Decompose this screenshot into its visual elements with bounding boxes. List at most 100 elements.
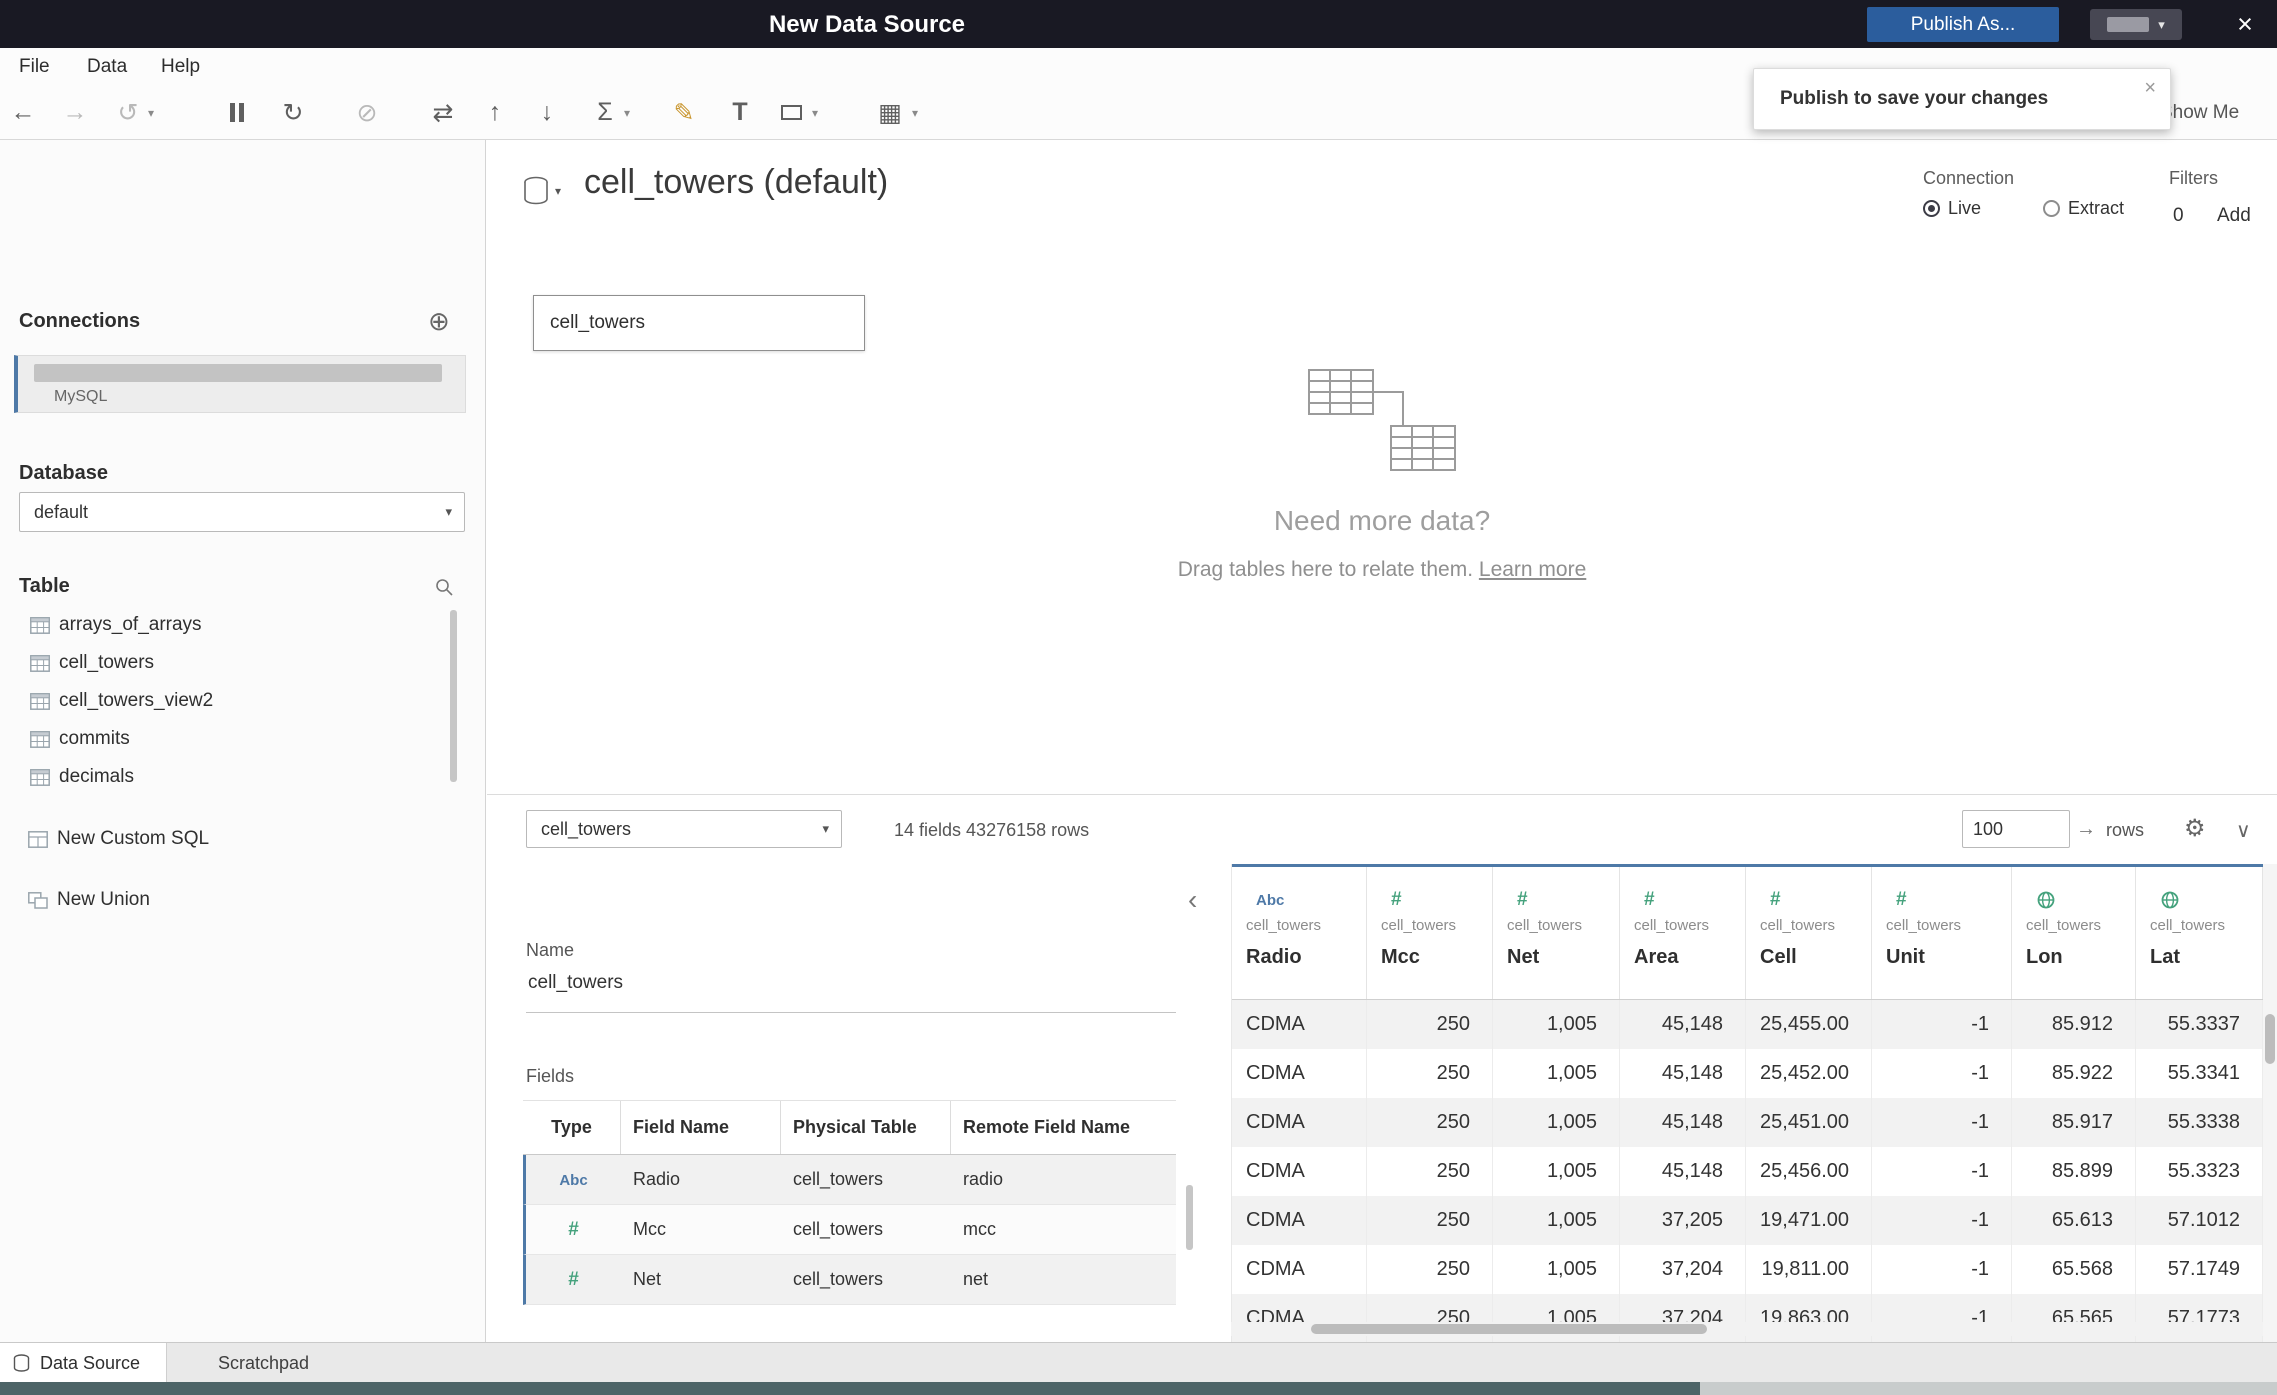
grid-cell[interactable]: 250 [1367,1098,1493,1147]
datasource-name-input[interactable] [528,972,1168,994]
publish-as-button[interactable]: Publish As... [1867,7,2059,42]
menu-file[interactable]: File [19,48,50,86]
sidebar-table-item[interactable]: arrays_of_arrays [0,606,486,644]
datasource-icon[interactable]: ▾ [523,176,561,206]
tab-data-source[interactable]: Data Source [0,1343,167,1383]
grid-column-header[interactable]: # cell_towers Unit [1872,867,2012,999]
forward-icon[interactable]: → [55,86,95,139]
swap-rows-columns-icon[interactable]: ⇄ [423,86,463,139]
field-row[interactable]: Abc Radio cell_towers radio [523,1155,1176,1205]
grid-cell[interactable]: 85.922 [2012,1049,2136,1098]
grid-column-header[interactable]: # cell_towers Mcc [1367,867,1493,999]
sort-descending-icon[interactable]: ↓ [527,86,567,139]
grid-cell[interactable]: 250 [1367,1000,1493,1049]
grid-cell[interactable]: 1,005 [1493,1245,1620,1294]
grid-cell[interactable]: 55.3341 [2136,1049,2263,1098]
grid-cell[interactable]: -1 [1872,1147,2012,1196]
highlight-icon[interactable]: ✎ [664,86,704,139]
grid-cell[interactable]: CDMA [1232,1245,1367,1294]
tooltip-close-icon[interactable]: × [2144,77,2156,100]
back-icon[interactable]: ← [3,86,43,139]
grid-cell[interactable]: -1 [1872,1245,2012,1294]
chevron-down-icon[interactable]: ∨ [2236,818,2251,843]
grid-cell[interactable]: 250 [1367,1196,1493,1245]
grid-cell[interactable]: 57.1012 [2136,1196,2263,1245]
grid-cell[interactable]: -1 [1872,1049,2012,1098]
fit-selector-icon[interactable] [771,86,811,139]
show-labels-icon[interactable]: ▦ [870,86,910,139]
grid-cell[interactable]: CDMA [1232,1196,1367,1245]
grid-column-header[interactable]: # cell_towers Net [1493,867,1620,999]
grid-cell[interactable]: -1 [1872,1196,2012,1245]
sidebar-table-item[interactable]: commits [0,720,486,758]
labels-caret-icon[interactable]: ▾ [912,106,918,120]
show-me-button[interactable]: Show Me [2160,86,2239,139]
window-bottom-scrollbar-thumb[interactable] [0,1382,1700,1395]
grid-cell[interactable]: 45,148 [1620,1049,1746,1098]
grid-column-header[interactable]: Abc cell_towers Radio [1232,867,1367,999]
grid-cell[interactable]: 1,005 [1493,1000,1620,1049]
account-menu[interactable]: ▾ [2090,9,2182,40]
sidebar-table-item[interactable]: cell_towers_view2 [0,682,486,720]
learn-more-link[interactable]: Learn more [1479,558,1586,581]
sort-ascending-icon[interactable]: ↑ [475,86,515,139]
new-union-button[interactable]: New Union [0,881,486,919]
live-radio[interactable]: Live [1923,198,1981,219]
field-row[interactable]: # Net cell_towers net [523,1255,1176,1305]
grid-cell[interactable]: 25,452.00 [1746,1049,1872,1098]
grid-cell[interactable]: CDMA [1232,1147,1367,1196]
grid-vertical-scrollbar-thumb[interactable] [2265,1014,2275,1064]
grid-cell[interactable]: 25,455.00 [1746,1000,1872,1049]
grid-cell[interactable]: CDMA [1232,1098,1367,1147]
grid-column-header[interactable]: cell_towers Lat [2136,867,2263,999]
grid-cell[interactable]: 250 [1367,1245,1493,1294]
grid-cell[interactable]: CDMA [1232,1000,1367,1049]
grid-cell[interactable]: -1 [1872,1098,2012,1147]
grid-cell[interactable]: 19,471.00 [1746,1196,1872,1245]
grid-cell[interactable]: 85.899 [2012,1147,2136,1196]
grid-cell[interactable]: 37,204 [1620,1245,1746,1294]
gear-icon[interactable]: ⚙ [2184,814,2206,843]
sidebar-table-item[interactable]: decimals [0,758,486,796]
add-connection-icon[interactable]: ⊕ [428,306,450,337]
grid-cell[interactable]: -1 [1872,1000,2012,1049]
grid-cell[interactable]: 45,148 [1620,1000,1746,1049]
extract-radio[interactable]: Extract [2043,198,2124,219]
grid-cell[interactable]: 65.568 [2012,1245,2136,1294]
refresh-icon[interactable]: ↻ [273,86,313,139]
sidebar-table-item[interactable]: cell_towers [0,644,486,682]
grid-cell[interactable]: 19,811.00 [1746,1245,1872,1294]
grid-cell[interactable]: 25,456.00 [1746,1147,1872,1196]
replay-icon[interactable]: ↺ [108,86,148,139]
grid-cell[interactable]: 85.912 [2012,1000,2136,1049]
collapse-metadata-icon[interactable]: ‹ [1188,886,1197,914]
row-count-input[interactable] [1973,812,2063,846]
grid-table-select[interactable]: cell_towers ▾ [526,810,842,848]
grid-cell[interactable]: 250 [1367,1147,1493,1196]
apply-row-count-icon[interactable]: → [2076,818,2096,841]
table-list-scrollbar[interactable] [450,610,457,782]
grid-cell[interactable]: CDMA [1232,1049,1367,1098]
grid-cell[interactable]: 45,148 [1620,1098,1746,1147]
tab-scratchpad[interactable]: Scratchpad [167,1343,353,1383]
grid-cell[interactable]: 37,205 [1620,1196,1746,1245]
grid-cell[interactable]: 57.1749 [2136,1245,2263,1294]
database-select[interactable]: default ▾ [19,492,465,532]
grid-cell[interactable]: 85.917 [2012,1098,2136,1147]
menu-data[interactable]: Data [87,48,127,86]
grid-cell[interactable]: 1,005 [1493,1196,1620,1245]
aggregate-caret-icon[interactable]: ▾ [624,106,630,120]
field-row[interactable]: # Mcc cell_towers mcc [523,1205,1176,1255]
new-custom-sql-button[interactable]: New Custom SQL [0,820,486,858]
grid-cell[interactable]: 55.3337 [2136,1000,2263,1049]
window-close-button[interactable]: × [2226,4,2264,44]
grid-cell[interactable]: 55.3323 [2136,1147,2263,1196]
fields-scrollbar[interactable] [1186,1185,1193,1250]
grid-cell[interactable]: 55.3338 [2136,1098,2263,1147]
aggregate-icon[interactable]: Σ [585,86,625,139]
grid-cell[interactable]: 65.613 [2012,1196,2136,1245]
canvas-table-cell-towers[interactable]: cell_towers [533,295,865,351]
grid-cell[interactable]: 1,005 [1493,1098,1620,1147]
text-label-icon[interactable]: T [720,86,760,139]
filters-add-button[interactable]: Add [2217,205,2251,227]
